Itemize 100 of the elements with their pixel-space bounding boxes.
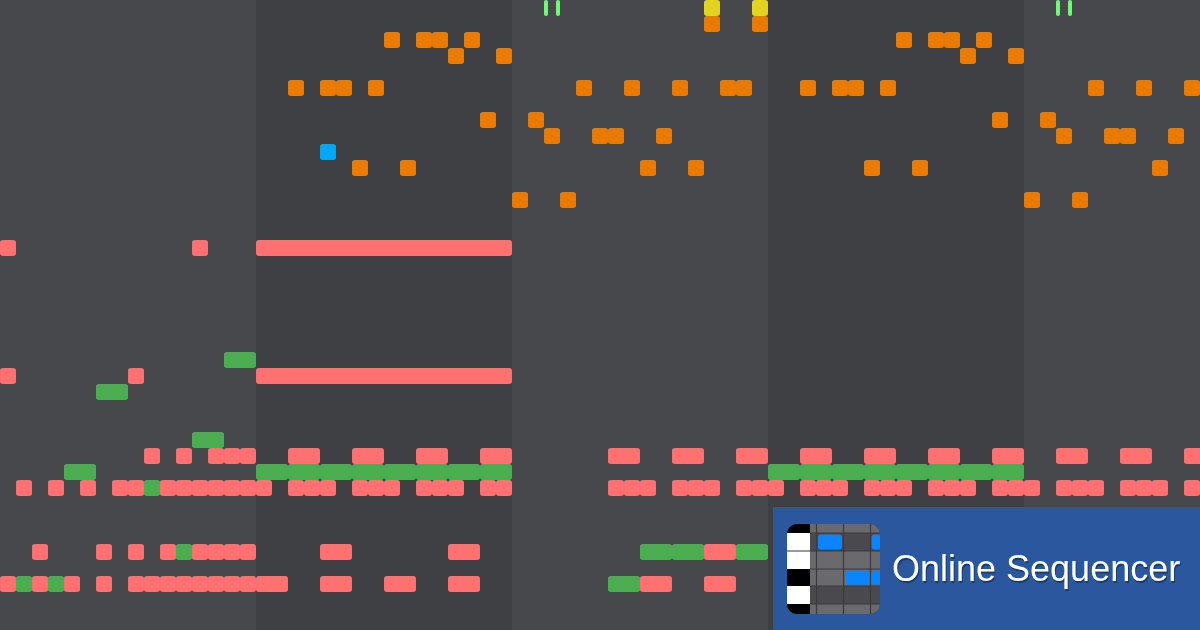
note[interactable] xyxy=(912,160,928,176)
note[interactable] xyxy=(736,448,768,464)
note[interactable] xyxy=(192,432,224,448)
note[interactable] xyxy=(1068,0,1072,16)
note[interactable] xyxy=(864,448,896,464)
note[interactable] xyxy=(640,160,656,176)
note[interactable] xyxy=(992,464,1024,480)
note[interactable] xyxy=(1120,480,1136,496)
note[interactable] xyxy=(32,576,48,592)
note[interactable] xyxy=(1056,0,1060,16)
note[interactable] xyxy=(160,544,176,560)
note[interactable] xyxy=(0,576,16,592)
note[interactable] xyxy=(128,480,144,496)
note[interactable] xyxy=(192,240,208,256)
note[interactable] xyxy=(640,576,672,592)
note[interactable] xyxy=(704,576,736,592)
note[interactable] xyxy=(928,32,944,48)
note[interactable] xyxy=(96,576,112,592)
note[interactable] xyxy=(928,480,944,496)
note[interactable] xyxy=(720,80,736,96)
note[interactable] xyxy=(800,448,832,464)
note[interactable] xyxy=(224,352,256,368)
note[interactable] xyxy=(768,464,800,480)
note[interactable] xyxy=(992,112,1008,128)
note[interactable] xyxy=(880,80,896,96)
note[interactable] xyxy=(752,0,768,16)
note[interactable] xyxy=(976,32,992,48)
note[interactable] xyxy=(352,160,368,176)
note[interactable] xyxy=(64,576,80,592)
note[interactable] xyxy=(448,544,480,560)
note[interactable] xyxy=(448,48,464,64)
note[interactable] xyxy=(1104,128,1120,144)
note[interactable] xyxy=(704,544,736,560)
note[interactable] xyxy=(48,576,64,592)
note[interactable] xyxy=(608,480,624,496)
note[interactable] xyxy=(16,576,32,592)
note[interactable] xyxy=(0,368,16,384)
note[interactable] xyxy=(1024,192,1040,208)
note[interactable] xyxy=(576,80,592,96)
note[interactable] xyxy=(416,480,432,496)
note[interactable] xyxy=(0,240,16,256)
note[interactable] xyxy=(48,480,64,496)
note[interactable] xyxy=(432,32,448,48)
note[interactable] xyxy=(320,80,336,96)
note[interactable] xyxy=(672,480,688,496)
note[interactable] xyxy=(848,80,864,96)
note[interactable] xyxy=(640,544,672,560)
note[interactable] xyxy=(1056,128,1072,144)
note[interactable] xyxy=(992,480,1008,496)
note[interactable] xyxy=(448,576,480,592)
note[interactable] xyxy=(352,480,368,496)
note[interactable] xyxy=(256,464,288,480)
note[interactable] xyxy=(544,128,560,144)
note[interactable] xyxy=(416,32,432,48)
note[interactable] xyxy=(176,448,192,464)
note[interactable] xyxy=(672,544,704,560)
note[interactable] xyxy=(768,480,784,496)
note[interactable] xyxy=(528,112,544,128)
note[interactable] xyxy=(1152,480,1168,496)
note[interactable] xyxy=(448,480,464,496)
note[interactable] xyxy=(32,544,48,560)
note[interactable] xyxy=(1008,48,1024,64)
note[interactable] xyxy=(624,80,640,96)
note[interactable] xyxy=(480,480,496,496)
note[interactable] xyxy=(1168,128,1184,144)
note[interactable] xyxy=(368,80,384,96)
note[interactable] xyxy=(928,448,960,464)
note[interactable] xyxy=(1056,448,1088,464)
note[interactable] xyxy=(592,128,608,144)
note[interactable] xyxy=(688,160,704,176)
note[interactable] xyxy=(704,16,720,32)
note[interactable] xyxy=(704,480,720,496)
note[interactable] xyxy=(416,448,448,464)
note[interactable] xyxy=(1024,480,1040,496)
note[interactable] xyxy=(288,480,304,496)
note[interactable] xyxy=(256,480,272,496)
note[interactable] xyxy=(1136,80,1152,96)
note[interactable] xyxy=(704,0,720,16)
note[interactable] xyxy=(736,80,752,96)
note[interactable] xyxy=(160,480,176,496)
note[interactable] xyxy=(1056,480,1072,496)
note[interactable] xyxy=(864,480,880,496)
note[interactable] xyxy=(1120,128,1136,144)
note[interactable] xyxy=(1120,448,1152,464)
note[interactable] xyxy=(1184,480,1200,496)
note[interactable] xyxy=(736,480,752,496)
note[interactable] xyxy=(112,480,128,496)
note[interactable] xyxy=(384,32,400,48)
note[interactable] xyxy=(176,544,192,560)
note[interactable] xyxy=(96,544,112,560)
note[interactable] xyxy=(512,192,528,208)
note[interactable] xyxy=(144,480,160,496)
note[interactable] xyxy=(320,480,336,496)
note[interactable] xyxy=(1088,480,1104,496)
note[interactable] xyxy=(192,544,208,560)
note[interactable] xyxy=(480,112,496,128)
note[interactable] xyxy=(736,544,768,560)
note[interactable] xyxy=(960,48,976,64)
note[interactable] xyxy=(992,448,1024,464)
note[interactable] xyxy=(128,576,144,592)
